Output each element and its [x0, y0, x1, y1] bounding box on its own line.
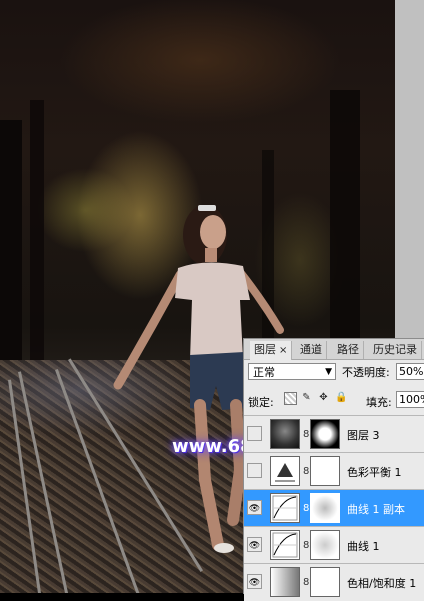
- tab-paths-label: 路径: [337, 343, 359, 356]
- chain-link-icon: 8: [303, 466, 310, 477]
- chevron-down-icon: ▼: [325, 367, 332, 377]
- eye-icon[interactable]: [247, 537, 262, 552]
- layer-name: 色相/饱和度 1: [347, 577, 417, 590]
- layer-row-curves[interactable]: 8 曲线 1: [244, 526, 424, 564]
- fill-input[interactable]: 100%: [396, 391, 424, 408]
- tab-channels[interactable]: 通道: [296, 341, 327, 359]
- curves-icon: [270, 530, 300, 560]
- blend-mode-value: 正常: [253, 366, 275, 379]
- layer-row-layer3[interactable]: 8 图层 3: [244, 415, 424, 453]
- chain-link-icon: 8: [303, 540, 310, 551]
- layer-row-hue-saturation[interactable]: 8 色相/饱和度 1: [244, 563, 424, 601]
- layer-mask-thumbnail: [310, 419, 340, 449]
- layer-name: 色彩平衡 1: [347, 466, 402, 479]
- opacity-label: 不透明度:: [342, 366, 390, 379]
- layer-mask-thumbnail: [310, 456, 340, 486]
- chain-link-icon: 8: [303, 429, 310, 440]
- lock-transparency-icon[interactable]: [284, 392, 297, 405]
- layers-panel: 图层 × 通道 路径 历史记录 正常 ▼ 不透明度: 50% 锁定: ✎ ✥ 🔒 …: [243, 338, 424, 601]
- opacity-value: 50%: [399, 365, 424, 378]
- lock-icon[interactable]: 🔒: [335, 392, 347, 403]
- blend-mode-select[interactable]: 正常 ▼: [248, 363, 336, 380]
- lock-label: 锁定:: [248, 396, 274, 409]
- layer-row-color-balance[interactable]: 8 色彩平衡 1: [244, 452, 424, 490]
- tab-layers-label: 图层: [254, 343, 276, 356]
- layer-thumbnail: [270, 419, 300, 449]
- tab-history[interactable]: 历史记录: [369, 341, 422, 359]
- brush-icon[interactable]: ✎: [301, 392, 312, 403]
- fill-value: 100%: [399, 393, 424, 406]
- layer-mask-thumbnail: [310, 530, 340, 560]
- fill-label: 填充:: [366, 396, 392, 409]
- tab-layers[interactable]: 图层 ×: [250, 341, 293, 360]
- layer-name: 曲线 1 副本: [347, 503, 405, 516]
- close-icon[interactable]: ×: [279, 345, 287, 356]
- layer-row-curves-copy[interactable]: 8 曲线 1 副本: [244, 489, 424, 527]
- eye-icon[interactable]: [247, 500, 262, 515]
- color-balance-icon: [270, 456, 300, 486]
- tab-history-label: 历史记录: [373, 343, 417, 356]
- visibility-toggle[interactable]: [247, 463, 262, 478]
- move-icon[interactable]: ✥: [318, 392, 329, 403]
- chain-link-icon: 8: [303, 503, 310, 514]
- tab-channels-label: 通道: [300, 343, 322, 356]
- tab-paths[interactable]: 路径: [333, 341, 364, 359]
- opacity-input[interactable]: 50%: [396, 363, 424, 380]
- chain-link-icon: 8: [303, 577, 310, 588]
- curves-icon: [270, 493, 300, 523]
- panel-tabs: 图层 × 通道 路径 历史记录: [244, 339, 424, 360]
- eye-icon[interactable]: [247, 574, 262, 589]
- layer-name: 曲线 1: [347, 540, 380, 553]
- visibility-toggle[interactable]: [247, 426, 262, 441]
- layer-name: 图层 3: [347, 429, 380, 442]
- layer-mask-thumbnail: [310, 493, 340, 523]
